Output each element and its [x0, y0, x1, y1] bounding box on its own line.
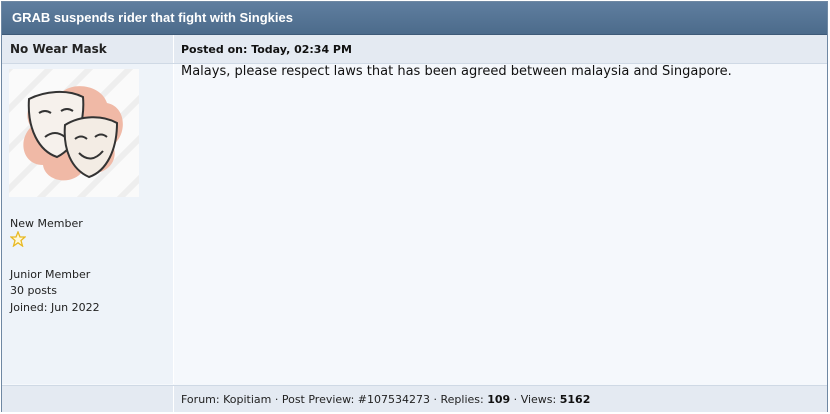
- author-cell: No Wear Mask: [2, 35, 174, 63]
- post-stats: Forum: Kopitiam · Post Preview: #1075342…: [181, 393, 590, 406]
- post-frame: GRAB suspends rider that fight with Sing…: [0, 1, 828, 412]
- thread-title[interactable]: GRAB suspends rider that fight with Sing…: [2, 2, 827, 35]
- post-body: New Member Junior Member 30 posts Joined…: [0, 26, 827, 384]
- avatar[interactable]: [0, 26, 172, 212]
- post-header: No Wear Mask Posted on: Today, 02:34 PM: [2, 35, 827, 64]
- post-timestamp: Posted on: Today, 02:34 PM: [181, 43, 352, 56]
- forum-link[interactable]: Kopitiam: [223, 393, 271, 406]
- user-joined: Joined: Jun 2022: [10, 301, 100, 314]
- replies-label: Replies:: [440, 393, 488, 406]
- forum-prefix: Forum:: [181, 393, 224, 406]
- views-count: 5162: [559, 393, 591, 406]
- preview-prefix: Post Preview:: [281, 393, 358, 406]
- footer-left-cell: [2, 386, 174, 412]
- replies-count: 109: [487, 393, 511, 406]
- post-preview-link[interactable]: #107534273: [358, 393, 430, 406]
- author-name[interactable]: No Wear Mask: [10, 42, 107, 56]
- user-title: Junior Member: [10, 268, 91, 281]
- user-sidebar: New Member Junior Member 30 posts Joined…: [0, 26, 174, 384]
- star-outline-icon: [9, 230, 27, 250]
- user-post-count: 30 posts: [10, 284, 57, 297]
- post-content: Malays, please respect laws that has bee…: [181, 64, 732, 79]
- theater-masks-icon: [0, 26, 172, 212]
- separator: ·: [510, 393, 521, 406]
- views-label: Views:: [520, 393, 560, 406]
- separator: ·: [271, 393, 282, 406]
- post-footer: Forum: Kopitiam · Post Preview: #1075342…: [2, 385, 827, 412]
- separator: ·: [430, 393, 441, 406]
- user-rank: New Member: [10, 217, 83, 230]
